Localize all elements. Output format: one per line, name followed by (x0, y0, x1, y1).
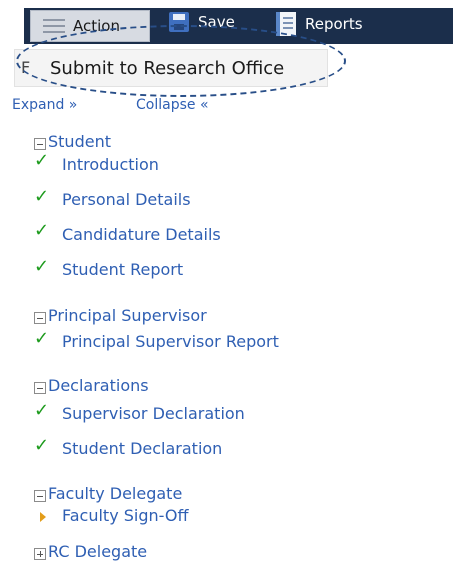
tree-item-personal-details[interactable]: Personal Details (62, 190, 191, 209)
check-icon: ✓ (34, 435, 50, 456)
section-principal-supervisor[interactable]: Principal Supervisor (48, 306, 207, 325)
collapse-link[interactable]: Collapse « (136, 97, 209, 113)
menu-left-char: F (21, 58, 31, 77)
section-rc-delegate[interactable]: RC Delegate (48, 542, 147, 561)
check-icon: ✓ (34, 150, 50, 171)
principal-supervisor-collapse-toggle[interactable] (34, 312, 46, 324)
check-icon: ✓ (34, 400, 50, 421)
check-icon: ✓ (34, 328, 50, 349)
arrow-right-icon (40, 512, 46, 522)
faculty-delegate-collapse-toggle[interactable] (34, 490, 46, 502)
rc-delegate-expand-toggle[interactable] (34, 548, 46, 560)
reports-icon (276, 12, 296, 36)
tree-item-introduction[interactable]: Introduction (62, 155, 159, 174)
section-faculty-delegate[interactable]: Faculty Delegate (48, 484, 182, 503)
toolbar: Action Save Reports (0, 0, 453, 47)
tree-item-student-declaration[interactable]: Student Declaration (62, 439, 222, 458)
check-icon: ✓ (34, 186, 50, 207)
section-student[interactable]: Student (48, 132, 111, 151)
tree-item-supervisor-declaration[interactable]: Supervisor Declaration (62, 404, 245, 423)
save-label: Save (198, 13, 235, 31)
submit-label: Submit to Research Office (50, 57, 285, 79)
check-icon: ✓ (34, 256, 50, 277)
save-icon (169, 12, 189, 32)
reports-label: Reports (305, 15, 363, 33)
hamburger-icon (43, 19, 65, 33)
action-button[interactable]: Action (30, 10, 150, 42)
tree-item-student-report[interactable]: Student Report (62, 260, 183, 279)
student-collapse-toggle[interactable] (34, 138, 46, 150)
save-button[interactable]: Save (169, 12, 235, 32)
reports-button[interactable]: Reports (276, 12, 363, 36)
tree-item-principal-supervisor-report[interactable]: Principal Supervisor Report (62, 332, 279, 351)
declarations-collapse-toggle[interactable] (34, 382, 46, 394)
submit-to-research-office-menu-item[interactable]: F Submit to Research Office (14, 49, 328, 87)
action-label: Action (73, 17, 120, 35)
tree-item-faculty-sign-off[interactable]: Faculty Sign-Off (62, 506, 188, 525)
tree-item-candidature-details[interactable]: Candidature Details (62, 225, 221, 244)
expand-link[interactable]: Expand » (12, 97, 77, 113)
check-icon: ✓ (34, 220, 50, 241)
section-declarations[interactable]: Declarations (48, 376, 149, 395)
